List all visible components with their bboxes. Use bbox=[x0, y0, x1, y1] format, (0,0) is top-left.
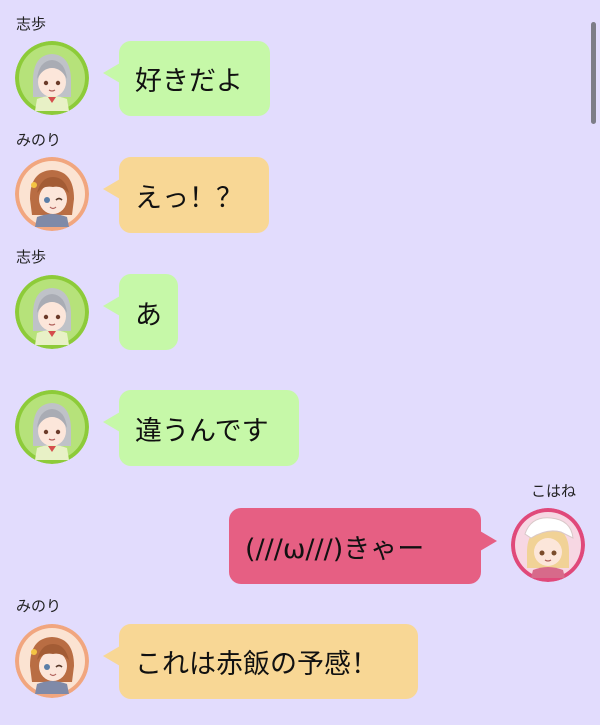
message-bubble: これは赤飯の予感！ bbox=[103, 624, 418, 699]
minori-avatar-icon[interactable] bbox=[15, 157, 89, 231]
sender-name: 志歩 bbox=[16, 15, 47, 33]
minori-avatar-icon[interactable] bbox=[15, 624, 89, 698]
message-bubble: (///ω///)きゃー bbox=[229, 508, 497, 584]
sender-name: 志歩 bbox=[16, 248, 47, 266]
message-bubble: えっ！？ bbox=[103, 157, 269, 233]
shiho-avatar-icon[interactable] bbox=[15, 390, 89, 464]
message-bubble: あ bbox=[103, 274, 178, 350]
message-bubble: 違うんです bbox=[103, 390, 299, 466]
sender-name: みのり bbox=[16, 131, 62, 149]
shiho-avatar-icon[interactable] bbox=[15, 275, 89, 349]
chat-log: 志歩 好きだよ みのり えっ！？ 志歩 あ 違うんです こはね (///ω///… bbox=[0, 0, 600, 725]
message-bubble: 好きだよ bbox=[103, 41, 270, 116]
scrollbar[interactable] bbox=[591, 22, 596, 124]
sender-name: みのり bbox=[16, 597, 62, 615]
kohane-avatar-icon[interactable] bbox=[511, 508, 585, 582]
sender-name: こはね bbox=[531, 482, 577, 500]
shiho-avatar-icon[interactable] bbox=[15, 41, 89, 115]
